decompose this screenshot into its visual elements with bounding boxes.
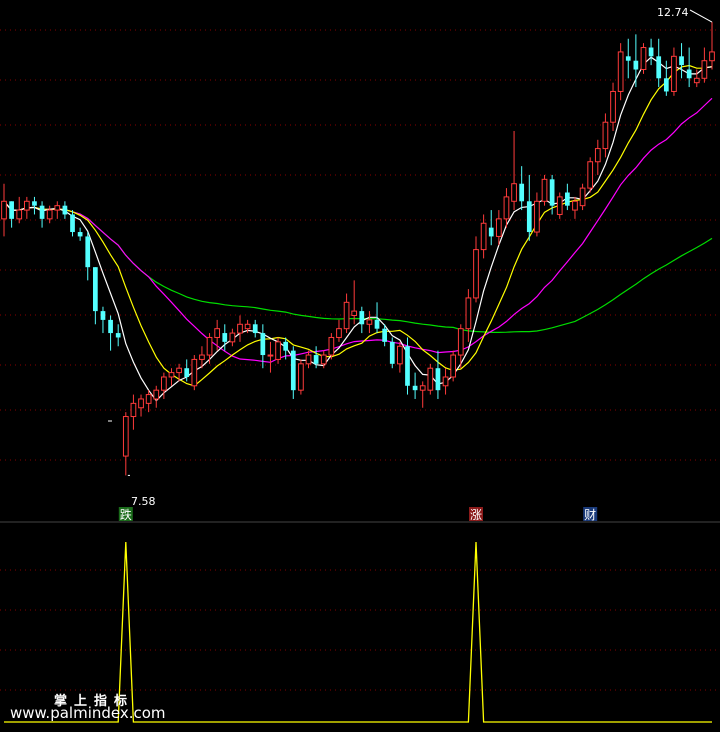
candle xyxy=(412,372,418,399)
candle xyxy=(39,201,45,228)
candle xyxy=(153,385,160,408)
signal-text: 跌 xyxy=(120,507,132,522)
candle xyxy=(275,337,281,364)
candle xyxy=(663,60,669,96)
candle xyxy=(465,289,472,342)
signal-text: 财 xyxy=(584,508,596,522)
candle xyxy=(70,210,75,237)
candle xyxy=(191,355,198,391)
candle xyxy=(556,192,563,219)
watermark-url: www.palmindex.com xyxy=(10,704,166,722)
candle xyxy=(359,306,365,334)
candle xyxy=(679,43,684,79)
candle xyxy=(435,350,441,399)
high-price-label: 12.74 xyxy=(657,6,689,19)
candle xyxy=(625,38,631,79)
candle xyxy=(534,192,540,237)
candle xyxy=(168,368,175,386)
candle xyxy=(85,232,91,281)
candle xyxy=(108,315,113,351)
candle xyxy=(709,22,715,70)
candle xyxy=(488,210,494,246)
signal-label: 跌 xyxy=(118,507,133,522)
candle xyxy=(633,34,639,88)
candle xyxy=(237,315,243,342)
candle xyxy=(602,113,609,158)
candle xyxy=(579,183,586,211)
candle xyxy=(397,341,403,373)
low-price-label: 7.58 xyxy=(131,495,156,508)
candle xyxy=(298,359,304,395)
candle xyxy=(305,350,312,369)
candle xyxy=(130,394,137,430)
candle xyxy=(54,201,61,219)
candle xyxy=(351,280,358,325)
candle xyxy=(32,196,37,215)
candle xyxy=(336,319,342,342)
candle xyxy=(62,201,68,219)
high-arrow xyxy=(689,9,713,23)
candle xyxy=(1,183,7,237)
candle xyxy=(92,267,98,325)
candle xyxy=(473,236,479,303)
candle xyxy=(122,412,129,476)
signal-label: 涨 xyxy=(469,507,483,522)
candle xyxy=(541,174,548,206)
signal-label: 财 xyxy=(583,507,598,522)
candle xyxy=(450,350,457,382)
candle xyxy=(100,306,106,334)
candle xyxy=(671,47,677,96)
stock-chart: 12.74 7.58 跌 涨 财 xyxy=(0,6,720,723)
candle xyxy=(648,38,654,66)
candle xyxy=(229,328,236,347)
signal-labels: 跌涨财 xyxy=(118,507,598,522)
candle xyxy=(701,47,708,83)
candlesticks xyxy=(1,22,715,476)
candle xyxy=(480,214,487,259)
candle xyxy=(214,319,221,351)
grid-lines xyxy=(0,29,720,691)
candle xyxy=(389,337,395,369)
candle xyxy=(343,293,350,334)
candle xyxy=(442,368,449,395)
candle xyxy=(511,131,517,211)
signal-text: 涨 xyxy=(470,507,482,522)
candle xyxy=(519,166,525,211)
candle xyxy=(16,196,23,224)
candle xyxy=(564,183,570,211)
candle xyxy=(252,319,258,338)
candle xyxy=(115,324,121,347)
candle xyxy=(686,47,692,88)
candle xyxy=(77,227,83,241)
candle xyxy=(46,205,53,224)
candle xyxy=(267,341,274,373)
candle xyxy=(640,43,647,74)
ma60-line xyxy=(3,200,713,333)
candle xyxy=(617,43,624,101)
candle xyxy=(419,381,426,408)
candle xyxy=(206,333,213,364)
candle xyxy=(427,363,434,395)
candle xyxy=(610,82,616,131)
candle xyxy=(594,139,601,175)
candle xyxy=(290,346,296,399)
candle xyxy=(587,157,594,193)
candle xyxy=(23,196,30,219)
candle xyxy=(9,201,14,228)
candle xyxy=(138,394,144,417)
candle xyxy=(366,311,373,334)
candle xyxy=(526,174,532,241)
candle xyxy=(328,333,335,360)
